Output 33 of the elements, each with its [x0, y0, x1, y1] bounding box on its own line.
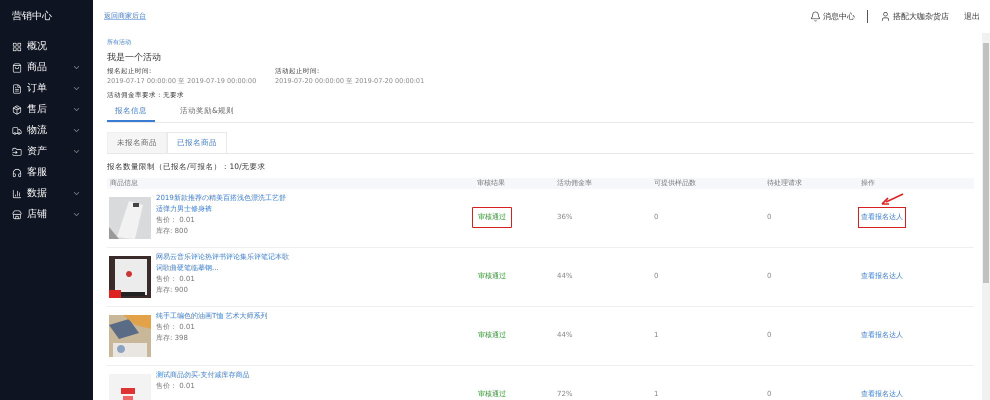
chevron-down-icon [72, 147, 81, 156]
bag-icon [12, 62, 22, 72]
chevron-down-icon [72, 189, 81, 198]
bar-chart-icon [12, 188, 22, 198]
sidebar-item[interactable]: 售后 [0, 99, 93, 120]
sidebar-item[interactable]: 概况 [0, 36, 93, 57]
sidebar-item[interactable]: 物流 [0, 120, 93, 141]
chevron-down-icon [72, 84, 81, 93]
store-icon [12, 210, 22, 220]
store-name[interactable]: 搭配大咖杂货店 [893, 10, 949, 22]
logout-link[interactable]: 退出 [964, 10, 980, 22]
sidebar-item[interactable]: 数据 [0, 183, 93, 204]
truck-icon [12, 126, 22, 136]
sidebar-item[interactable]: 客服 [0, 162, 93, 183]
headset-icon [12, 168, 22, 178]
folder-icon [12, 146, 22, 156]
user-icon [880, 11, 891, 22]
chevron-down-icon [72, 63, 81, 72]
sidebar-item[interactable]: 商品 [0, 57, 93, 78]
box-icon [12, 104, 22, 114]
chevron-down-icon [72, 126, 81, 135]
sidebar-item[interactable]: 资产 [0, 141, 93, 162]
activity-title: 我是一个活动 [107, 52, 162, 65]
bell-icon [810, 11, 821, 22]
chevron-down-icon [72, 105, 81, 114]
document-icon [12, 84, 22, 94]
sidebar-title: 营销中心 [11, 10, 53, 24]
sidebar-item[interactable]: 订单 [0, 78, 93, 99]
chevron-down-icon [72, 210, 81, 219]
message-center-link[interactable]: 消息中心 [823, 10, 855, 22]
grid-icon [12, 42, 22, 52]
sidebar-item[interactable]: 店铺 [0, 204, 93, 225]
annotation-arrow [880, 193, 904, 206]
